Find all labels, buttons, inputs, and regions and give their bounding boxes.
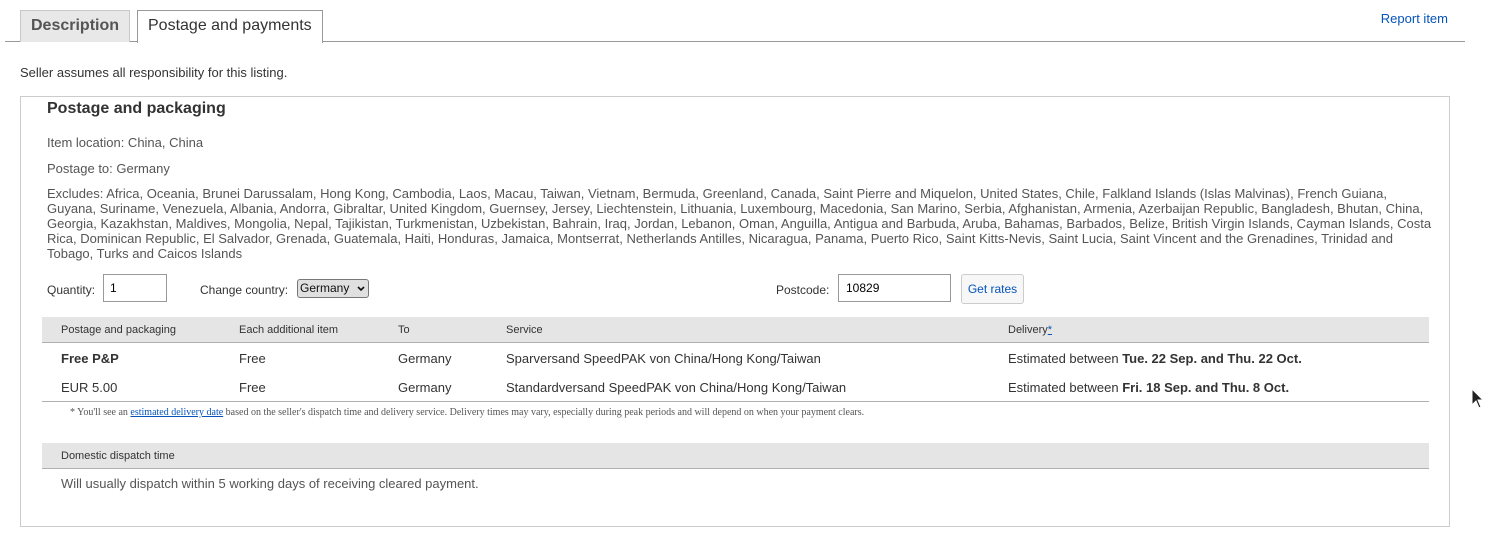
- table-divider: [42, 401, 1429, 402]
- estimated-delivery-date-link[interactable]: estimated delivery date: [130, 407, 223, 418]
- row-delivery-dates: Tue. 22 Sep. and Thu. 22 Oct.: [1122, 351, 1302, 366]
- row-delivery: Estimated between Tue. 22 Sep. and Thu. …: [1008, 351, 1302, 366]
- header-to: To: [398, 324, 410, 336]
- country-select[interactable]: Germany: [297, 279, 369, 298]
- row-to: Germany: [398, 380, 452, 395]
- row-price: Free P&P: [61, 351, 119, 366]
- row-delivery: Estimated between Fri. 18 Sep. and Thu. …: [1008, 380, 1289, 395]
- row-to: Germany: [398, 351, 452, 366]
- row-price: EUR 5.00: [61, 380, 118, 395]
- tab-bar: Description Postage and payments: [5, 0, 1465, 43]
- delivery-footnote-link[interactable]: *: [1048, 324, 1052, 336]
- row-additional: Free: [239, 351, 266, 366]
- dispatch-time-text: Will usually dispatch within 5 working d…: [61, 476, 479, 491]
- item-location: Item location: China, China: [47, 135, 204, 150]
- row-delivery-prefix: Estimated between: [1008, 380, 1123, 395]
- delivery-footnote: * You'll see an estimated delivery date …: [70, 407, 864, 418]
- dispatch-header: Domestic dispatch time: [42, 443, 1429, 469]
- country-select-value: Germany: [300, 281, 350, 295]
- quantity-input[interactable]: [103, 274, 167, 302]
- change-country-label: Change country:: [200, 283, 289, 297]
- footnote-prefix: * You'll see an: [70, 407, 131, 418]
- header-postage: Postage and packaging: [61, 324, 176, 336]
- dispatch-header-label: Domestic dispatch time: [61, 450, 175, 462]
- row-additional: Free: [239, 380, 266, 395]
- postage-to: Postage to: Germany: [47, 161, 170, 176]
- row-delivery-prefix: Estimated between: [1008, 351, 1123, 366]
- header-additional: Each additional item: [239, 324, 339, 336]
- tab-postage-and-payments[interactable]: Postage and payments: [137, 10, 323, 43]
- postcode-input[interactable]: [838, 274, 951, 302]
- footnote-suffix: based on the seller's dispatch time and …: [223, 407, 865, 418]
- header-service: Service: [506, 324, 543, 336]
- postage-table-header: Postage and packaging Each additional it…: [42, 317, 1429, 343]
- postcode-label: Postcode:: [776, 283, 830, 297]
- row-service: Sparversand SpeedPAK von China/Hong Kong…: [506, 351, 821, 366]
- tab-description[interactable]: Description: [20, 10, 131, 42]
- quantity-label: Quantity:: [47, 283, 96, 297]
- postage-panel: Postage and packaging Item location: Chi…: [20, 96, 1450, 527]
- responsibility-text: Seller assumes all responsibility for th…: [20, 65, 288, 80]
- table-row: Free P&P Free Germany Sparversand SpeedP…: [42, 344, 1429, 373]
- get-rates-button[interactable]: Get rates: [961, 274, 1024, 304]
- mouse-cursor-icon: [1471, 388, 1485, 409]
- postage-title: Postage and packaging: [47, 100, 226, 117]
- report-item-link[interactable]: Report item: [1381, 11, 1448, 26]
- table-row: EUR 5.00 Free Germany Standardversand Sp…: [42, 373, 1429, 402]
- chevron-down-icon: [357, 280, 365, 303]
- excludes-list: Excludes: Africa, Oceania, Brunei Daruss…: [47, 186, 1432, 261]
- header-delivery: Delivery*: [1008, 324, 1052, 336]
- header-delivery-label: Delivery: [1008, 324, 1048, 336]
- row-delivery-dates: Fri. 18 Sep. and Thu. 8 Oct.: [1122, 380, 1290, 395]
- row-service: Standardversand SpeedPAK von China/Hong …: [506, 380, 847, 395]
